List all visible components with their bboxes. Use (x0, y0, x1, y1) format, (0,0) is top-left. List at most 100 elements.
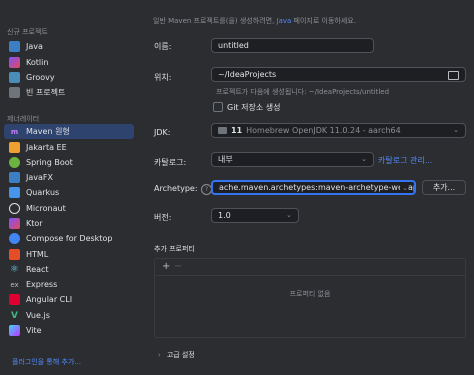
hint-text-suffix: 페이지로 이동하세요. (291, 17, 356, 25)
sidebar-item-empty-project[interactable]: 빈 프로젝트 (4, 85, 134, 100)
sidebar-item-label: Compose for Desktop (26, 234, 113, 243)
jdk-detail: Homebrew OpenJDK 11.0.24 - aarch64 (246, 126, 401, 135)
jdk-folder-icon (218, 127, 227, 134)
catalog-label: 카탈로그: (154, 158, 187, 167)
sidebar-item-label: Groovy (26, 73, 55, 82)
sidebar-item-kotlin[interactable]: Kotlin (4, 55, 134, 70)
java-folder-icon (9, 41, 20, 52)
properties-table: + − 프로퍼티 없음 (154, 258, 466, 338)
new-project-section-title: 신규 프로젝트 (7, 28, 48, 36)
kotlin-icon (9, 57, 20, 68)
empty-project-icon (9, 87, 20, 98)
java-page-link[interactable]: Java (277, 17, 292, 25)
properties-toolbar: + − (155, 259, 465, 276)
location-label: 위치: (154, 73, 172, 82)
generators-section-title: 제너레이터 (7, 115, 40, 123)
quarkus-icon (9, 187, 20, 198)
hint-text: 일반 Maven 프로젝트를(을) 생성하려면, (153, 17, 277, 25)
sidebar-item-angular[interactable]: Angular CLI (4, 292, 134, 307)
sidebar-item-maven[interactable]: m Maven 원형 (4, 124, 134, 139)
jdk-label: JDK: (154, 128, 171, 137)
name-field[interactable]: untitled (211, 38, 374, 53)
sidebar-item-ktor[interactable]: Ktor (4, 216, 134, 231)
archetype-label: Archetype: (154, 184, 198, 193)
sidebar-item-label: React (26, 265, 49, 274)
sidebar: 신규 프로젝트 Java Kotlin Groovy 빈 프로젝트 제너레이터 … (0, 0, 141, 375)
sidebar-item-label: Micronaut (26, 204, 66, 213)
additional-properties-title: 추가 프로퍼티 (154, 245, 195, 253)
chevron-down-icon: ⌄ (400, 184, 408, 192)
catalog-select[interactable]: 내부 ⌄ (211, 152, 374, 167)
sidebar-item-label: Quarkus (26, 188, 60, 197)
sidebar-item-spring-boot[interactable]: Spring Boot (4, 155, 134, 170)
location-field[interactable]: ~/IdeaProjects (211, 67, 466, 82)
manage-catalogs-link[interactable]: 카탈로그 관리... (378, 155, 432, 166)
sidebar-item-label: Maven 원형 (26, 127, 70, 136)
add-property-icon[interactable]: + (162, 261, 170, 272)
express-icon: ex (10, 280, 19, 289)
ktor-icon (9, 218, 20, 229)
sidebar-item-quarkus[interactable]: Quarkus (4, 185, 134, 200)
sidebar-item-groovy[interactable]: Groovy (4, 70, 134, 85)
jakarta-icon (9, 142, 20, 153)
vite-icon (9, 325, 20, 336)
sidebar-item-label: Vite (26, 326, 42, 335)
location-preview: 프로젝트가 다음에 생성됩니다: ~/IdeaProjects/untitled (216, 88, 390, 96)
maven-hint: 일반 Maven 프로젝트를(을) 생성하려면, Java 페이지로 이동하세요… (153, 16, 356, 26)
compose-icon (9, 233, 20, 244)
chevron-down-icon: ⌄ (453, 126, 459, 134)
sidebar-item-vue[interactable]: V Vue.js (4, 308, 134, 323)
groovy-icon (9, 72, 20, 83)
sidebar-item-label: Angular CLI (26, 295, 73, 304)
html-icon (9, 249, 20, 260)
sidebar-item-label: Jakarta EE (26, 143, 67, 152)
version-label: 버전: (154, 213, 172, 222)
git-repo-label: Git 저장소 생성 (227, 103, 281, 112)
advanced-settings-label: 고급 설정 (166, 351, 195, 359)
sidebar-item-label: Ktor (26, 219, 43, 228)
sidebar-item-java[interactable]: Java (4, 39, 134, 54)
add-archetype-button[interactable]: 추가... (422, 180, 466, 195)
chevron-down-icon: ⌄ (361, 155, 367, 163)
project-settings-panel: 일반 Maven 프로젝트를(을) 생성하려면, Java 페이지로 이동하세요… (140, 0, 474, 375)
sidebar-item-vite[interactable]: Vite (4, 323, 134, 338)
jdk-version: 11 (231, 126, 243, 135)
sidebar-item-html[interactable]: HTML (4, 247, 134, 262)
git-repo-checkbox[interactable] (213, 102, 223, 112)
react-icon: ⚛ (10, 264, 19, 275)
sidebar-item-label: JavaFX (26, 173, 53, 182)
spring-icon (9, 157, 20, 168)
archetype-select[interactable]: ache.maven.archetypes:maven-archetype-we… (211, 180, 416, 195)
sidebar-item-micronaut[interactable]: Micronaut (4, 201, 134, 216)
location-value: ~/IdeaProjects (218, 70, 277, 79)
javafx-icon (9, 172, 20, 183)
version-value: 1.0 (218, 211, 231, 220)
sidebar-item-label: Vue.js (26, 311, 50, 320)
add-via-plugins-link[interactable]: 플러그인을 통해 추가... (12, 357, 81, 367)
micronaut-icon (9, 203, 20, 214)
name-value: untitled (218, 41, 249, 50)
sidebar-item-jakarta-ee[interactable]: Jakarta EE (4, 140, 134, 155)
no-properties-text: 프로퍼티 없음 (289, 290, 331, 298)
maven-icon: m (10, 127, 19, 136)
sidebar-item-express[interactable]: ex Express (4, 277, 134, 292)
sidebar-item-react[interactable]: ⚛ React (4, 262, 134, 277)
sidebar-item-label: Express (26, 280, 58, 289)
advanced-settings-toggle[interactable]: › 고급 설정 (158, 350, 195, 360)
sidebar-item-compose[interactable]: Compose for Desktop (4, 231, 134, 246)
version-select[interactable]: 1.0 ⌄ (211, 208, 299, 223)
sidebar-item-javafx[interactable]: JavaFX (4, 170, 134, 185)
chevron-down-icon: ⌄ (286, 211, 292, 219)
jdk-select[interactable]: 11 Homebrew OpenJDK 11.0.24 - aarch64 ⌄ (211, 123, 466, 138)
folder-icon[interactable] (448, 71, 459, 80)
sidebar-item-label: 빈 프로젝트 (26, 88, 66, 97)
remove-property-icon[interactable]: − (174, 261, 182, 272)
sidebar-item-label: Kotlin (26, 58, 49, 67)
archetype-value: ache.maven.archetypes:maven-archetype-we… (219, 183, 416, 192)
catalog-value: 내부 (218, 155, 233, 164)
sidebar-item-label: Java (26, 42, 43, 51)
angular-icon (9, 294, 20, 305)
name-label: 이름: (154, 42, 172, 51)
sidebar-item-label: Spring Boot (26, 158, 73, 167)
chevron-right-icon: › (158, 351, 161, 359)
